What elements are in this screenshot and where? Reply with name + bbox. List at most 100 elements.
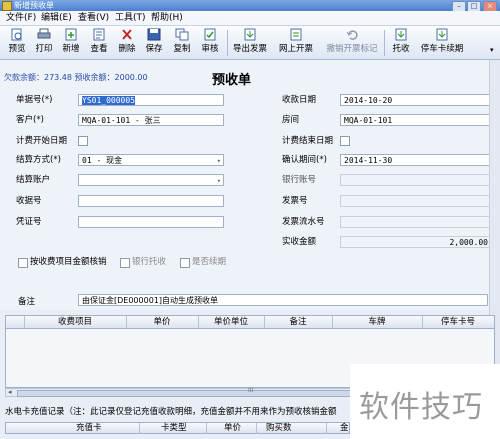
amount-label: 实收金额: [282, 237, 317, 247]
column-header[interactable]: 车牌: [332, 316, 422, 328]
menu-tools[interactable]: 工具(T): [115, 12, 146, 25]
online-invoice-button[interactable]: 网上开票: [276, 28, 316, 57]
toolbar-overflow-icon[interactable]: ▾: [490, 46, 494, 54]
print-icon: [37, 28, 51, 39]
toolbar-label: 撤销开票标记: [326, 44, 378, 54]
remark-field[interactable]: 由保证金[DE000001]自动生成预收单: [78, 294, 488, 306]
write-off-label: 按收费项目金额核销: [30, 257, 107, 267]
customer-label: 客户(*): [16, 115, 44, 125]
toolbar-label: 停车卡续期: [420, 44, 464, 54]
doc-no-label: 单据号(*): [16, 95, 53, 105]
preview-icon: [11, 28, 22, 41]
watermark-text: 软件技巧: [359, 390, 483, 425]
toolbar-label: 新增: [62, 44, 80, 54]
account-select[interactable]: ▾: [78, 174, 224, 186]
bill-start-checkbox[interactable]: [78, 136, 88, 146]
menu-edit[interactable]: 编辑(E): [41, 12, 72, 25]
invoice-serial-field[interactable]: [340, 216, 492, 228]
bill-end-label: 计费结束日期: [282, 136, 334, 146]
toolbar-label: 查看: [90, 44, 108, 54]
method-select[interactable]: 01 - 现金 ▾: [78, 154, 224, 166]
grid-divider: [326, 423, 327, 434]
export-invoice-button[interactable]: 导出发票: [230, 28, 270, 57]
audit-button[interactable]: 审核: [198, 28, 222, 57]
doc-no-field[interactable]: YS01_000005: [78, 94, 224, 106]
column-header[interactable]: 单价: [126, 316, 198, 328]
parking-renew-icon: [436, 28, 448, 41]
column-header[interactable]: 停车卡号: [422, 316, 494, 328]
column-header[interactable]: 备注: [264, 316, 332, 328]
title-bar: 新增预收单 – □ ×: [0, 0, 500, 12]
column-header[interactable]: 单价: [224, 423, 241, 434]
grid-header: 收费项目 单价 单价单位 备注 车牌 停车卡号: [6, 316, 494, 329]
save-icon: [147, 28, 161, 41]
collection-icon: [395, 28, 407, 41]
method-label: 结算方式(*): [16, 155, 61, 165]
confirm-period-label: 确认期间(*): [282, 155, 327, 165]
preview-button[interactable]: 预览: [5, 28, 29, 57]
bill-end-checkbox[interactable]: [340, 136, 350, 146]
toolbar-label: 网上开票: [278, 44, 313, 54]
write-off-checkbox[interactable]: [18, 258, 28, 268]
amount-field[interactable]: 2,000.00: [340, 236, 492, 248]
undo-invoice-button[interactable]: 撤销开票标记: [324, 28, 380, 57]
toolbar: 预览 打印 新增 查看 删除 保存 复制 审核 导出发票 网上开票 撤销开票标记: [0, 26, 500, 60]
remark-label: 备注: [18, 297, 36, 307]
column-header[interactable]: 购买数: [266, 423, 292, 434]
customer-field[interactable]: MQA-01-101 - 张三: [78, 114, 224, 126]
invoice-field[interactable]: [340, 195, 492, 207]
grid-divider: [256, 423, 257, 434]
toolbar-separator: [227, 30, 228, 56]
invoice-label: 发票号: [282, 196, 308, 206]
form-title: 预收单: [212, 73, 252, 88]
scrollbar-thumb[interactable]: [17, 390, 359, 397]
view-button[interactable]: 查看: [87, 28, 111, 57]
balance-text: 欠款余额：273.48 预收余额：2000.00: [4, 73, 148, 82]
delete-icon: [122, 29, 132, 40]
column-header[interactable]: 充值卡: [76, 423, 102, 434]
chevron-down-icon[interactable]: ▾: [217, 155, 221, 167]
menu-help[interactable]: 帮助(H): [151, 12, 183, 25]
print-button[interactable]: 打印: [32, 28, 56, 57]
receipt-field[interactable]: [78, 195, 224, 207]
room-field[interactable]: MQA-01-101: [340, 114, 492, 126]
window-title: 新增预收单: [14, 1, 54, 10]
voucher-label: 凭证号: [16, 217, 42, 227]
column-header[interactable]: 单价单位: [198, 316, 264, 328]
method-value: 01 - 现金: [82, 156, 123, 165]
save-button[interactable]: 保存: [142, 28, 166, 57]
scroll-grip: III: [248, 387, 254, 394]
parking-renew-button[interactable]: 停车卡续期: [419, 28, 465, 57]
collection-button[interactable]: 托收: [388, 28, 414, 57]
column-header[interactable]: 收费项目: [24, 316, 126, 328]
toolbar-label: 复制: [173, 44, 191, 54]
invoice-serial-label: 发票流水号: [282, 217, 325, 227]
menu-view[interactable]: 查看(V): [78, 12, 109, 25]
account-label: 结算账户: [16, 175, 51, 185]
receipt-label: 收据号: [16, 196, 42, 206]
grid-divider: [139, 423, 140, 434]
toolbar-label: 托收: [392, 44, 410, 54]
bank-collection-checkbox[interactable]: [120, 258, 130, 268]
menu-file[interactable]: 文件(F): [6, 12, 36, 25]
bank-account-field[interactable]: [340, 174, 492, 186]
column-header[interactable]: 金: [340, 423, 349, 434]
app-icon: [2, 1, 12, 11]
column-header[interactable]: 卡类型: [161, 423, 187, 434]
voucher-field[interactable]: [78, 216, 224, 228]
renew-label: 是否续期: [192, 257, 227, 267]
menu-bar: 文件(F) 编辑(E) 查看(V) 工具(T) 帮助(H): [0, 11, 500, 26]
new-button[interactable]: 新增: [59, 28, 83, 57]
online-invoice-icon: [290, 28, 302, 41]
renew-checkbox[interactable]: [180, 258, 190, 268]
copy-button[interactable]: 复制: [170, 28, 194, 57]
chevron-down-icon[interactable]: ▾: [217, 175, 221, 187]
date-field[interactable]: 2014-10-20: [340, 94, 492, 106]
toolbar-label: 预览: [8, 44, 26, 54]
bank-account-label: 银行账号: [282, 175, 317, 185]
grid-divider: [206, 423, 207, 434]
form-panel: 欠款余额：273.48 预收余额：2000.00 预收单 单据号(*) YS01…: [0, 60, 500, 310]
delete-button[interactable]: 删除: [115, 28, 139, 57]
scroll-left-icon[interactable]: ◂: [8, 388, 12, 396]
confirm-period-field[interactable]: 2014-11-30: [340, 154, 492, 166]
